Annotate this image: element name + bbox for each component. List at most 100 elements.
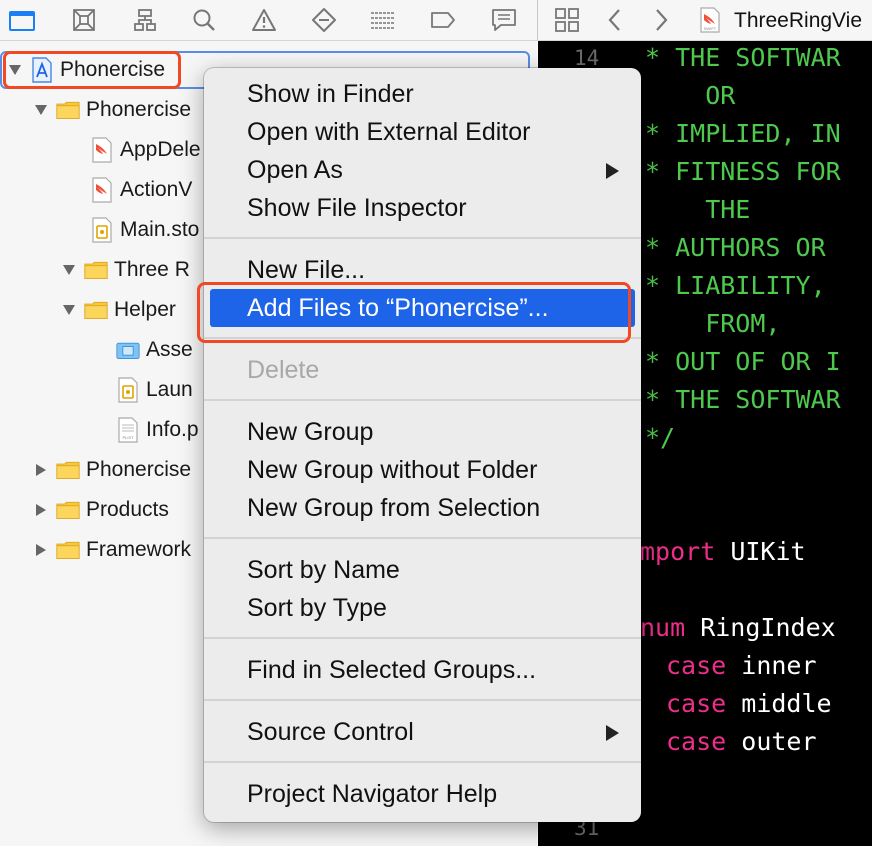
code-comment-line: * THE SOFTWAR xyxy=(645,43,841,72)
debug-list-icon[interactable] xyxy=(370,8,396,32)
nav-item-label: Info.p xyxy=(146,418,199,441)
nav-item-label: Main.sto xyxy=(120,218,200,241)
grid-icon[interactable] xyxy=(554,8,580,32)
line-number: 14 xyxy=(574,46,600,70)
nav-row-file[interactable]: Main.sto xyxy=(90,212,199,248)
code-comment-line: THE xyxy=(645,195,751,224)
menu-item-label: Sort by Type xyxy=(247,593,387,622)
nav-row-file[interactable]: ActionV xyxy=(90,172,192,208)
menu-separator xyxy=(204,399,641,401)
folder-icon xyxy=(56,97,80,123)
swift-file-icon: SWIFT xyxy=(697,7,723,33)
nav-row-file[interactable]: PLIST Info.p xyxy=(116,412,199,448)
code-line: num RingIndex xyxy=(640,613,836,642)
code-text: inner xyxy=(726,651,817,680)
nav-row-folder[interactable]: Helper xyxy=(62,292,176,328)
nav-row-file[interactable]: Laun xyxy=(116,372,193,408)
submenu-arrow-icon xyxy=(606,163,619,179)
nav-row-folder[interactable]: Products xyxy=(34,492,169,528)
nav-row-folder[interactable]: Three R xyxy=(62,252,190,288)
forward-chevron-icon[interactable] xyxy=(648,8,674,32)
code-comment-line: * AUTHORS OR xyxy=(645,233,841,262)
disclosure-open-icon[interactable] xyxy=(62,264,76,276)
nav-row-file[interactable]: AppDele xyxy=(90,132,201,168)
code-text: RingIndex xyxy=(685,613,836,642)
nav-item-label: AppDele xyxy=(120,138,201,161)
disclosure-open-icon[interactable] xyxy=(34,104,48,116)
menu-item-sort-by-type[interactable]: Sort by Type xyxy=(204,589,641,627)
menu-item-new-group-without-folder[interactable]: New Group without Folder xyxy=(204,451,641,489)
nav-item-label: Helper xyxy=(114,298,176,321)
file-tab-label[interactable]: ThreeRingVie xyxy=(734,9,862,33)
code-keyword: mport xyxy=(640,537,716,566)
nav-row-folder[interactable]: Framework xyxy=(34,532,191,568)
storyboard-icon xyxy=(116,377,140,403)
warning-icon[interactable] xyxy=(251,8,277,32)
swift-file-icon xyxy=(90,137,114,163)
nav-item-label: Phonercise xyxy=(86,458,192,481)
context-menu: Show in Finder Open with External Editor… xyxy=(204,68,641,822)
report-icon[interactable] xyxy=(491,8,517,32)
folder-icon xyxy=(84,257,108,283)
menu-item-find-in-groups[interactable]: Find in Selected Groups... xyxy=(204,651,641,689)
disclosure-closed-icon[interactable] xyxy=(34,503,48,517)
source-control-icon[interactable] xyxy=(71,8,97,32)
menu-item-label: Sort by Name xyxy=(247,555,400,584)
editor-toolbar: SWIFT ThreeRingVie xyxy=(537,0,872,41)
swift-file-icon xyxy=(90,177,114,203)
menu-item-show-in-finder[interactable]: Show in Finder xyxy=(204,75,641,113)
folder-icon xyxy=(56,497,80,523)
menu-item-open-external-editor[interactable]: Open with External Editor xyxy=(204,113,641,151)
nav-row-file[interactable]: Asse xyxy=(116,332,193,368)
nav-row-folder[interactable]: Phonercise xyxy=(34,452,191,488)
disclosure-closed-icon[interactable] xyxy=(34,463,48,477)
code-comment-line: FROM, xyxy=(645,309,781,338)
menu-item-label: New Group xyxy=(247,417,374,446)
nav-item-label: Laun xyxy=(146,378,193,401)
menu-item-label: Project Navigator Help xyxy=(247,779,498,808)
menu-item-label: Show File Inspector xyxy=(247,193,467,222)
disclosure-closed-icon[interactable] xyxy=(34,543,48,557)
code-comment-line: * THE SOFTWAR xyxy=(645,385,841,414)
code-keyword: case xyxy=(666,689,727,718)
menu-item-new-group-from-selection[interactable]: New Group from Selection xyxy=(204,489,641,527)
search-icon[interactable] xyxy=(191,8,217,32)
svg-text:SWIFT: SWIFT xyxy=(704,26,717,31)
code-comment-line: OR xyxy=(645,81,736,110)
menu-item-source-control[interactable]: Source Control xyxy=(204,713,641,751)
nav-item-label: ActionV xyxy=(120,178,193,201)
code-keyword: case xyxy=(666,727,727,756)
folder-icon xyxy=(84,297,108,323)
menu-separator xyxy=(204,761,641,763)
nav-item-label: Products xyxy=(86,498,169,521)
nav-row-folder[interactable]: Phonercise xyxy=(34,92,191,128)
menu-item-label: New Group from Selection xyxy=(247,493,541,522)
code-comment-line: * OUT OF OR I xyxy=(645,347,841,376)
menu-item-new-group[interactable]: New Group xyxy=(204,413,641,451)
asset-catalog-icon xyxy=(116,337,140,363)
breakpoint-icon[interactable] xyxy=(430,8,456,32)
menu-item-label: Show in Finder xyxy=(247,79,414,108)
nav-item-label: Phonercise xyxy=(86,98,192,121)
menu-item-sort-by-name[interactable]: Sort by Name xyxy=(204,551,641,589)
code-line: case middle xyxy=(666,689,832,718)
nav-item-label: Asse xyxy=(146,338,193,361)
code-text: UIKit xyxy=(715,537,806,566)
code-line: case inner xyxy=(666,651,817,680)
hierarchy-icon[interactable] xyxy=(132,8,158,32)
code-comment-line: * FITNESS FOR xyxy=(645,157,841,186)
menu-separator xyxy=(204,537,641,539)
test-diamond-icon[interactable] xyxy=(311,8,337,32)
menu-item-open-as[interactable]: Open As xyxy=(204,151,641,189)
menu-item-show-file-inspector[interactable]: Show File Inspector xyxy=(204,189,641,227)
menu-separator xyxy=(204,237,641,239)
back-chevron-icon[interactable] xyxy=(602,8,628,32)
code-comment-line: * IMPLIED, IN xyxy=(645,119,841,148)
menu-item-label: Find in Selected Groups... xyxy=(247,655,537,684)
menu-item-navigator-help[interactable]: Project Navigator Help xyxy=(204,775,641,813)
menu-separator xyxy=(204,699,641,701)
folder-icon[interactable] xyxy=(9,8,35,32)
code-text: middle xyxy=(726,689,832,718)
code-line: case outer xyxy=(666,727,817,756)
disclosure-open-icon[interactable] xyxy=(62,304,76,316)
